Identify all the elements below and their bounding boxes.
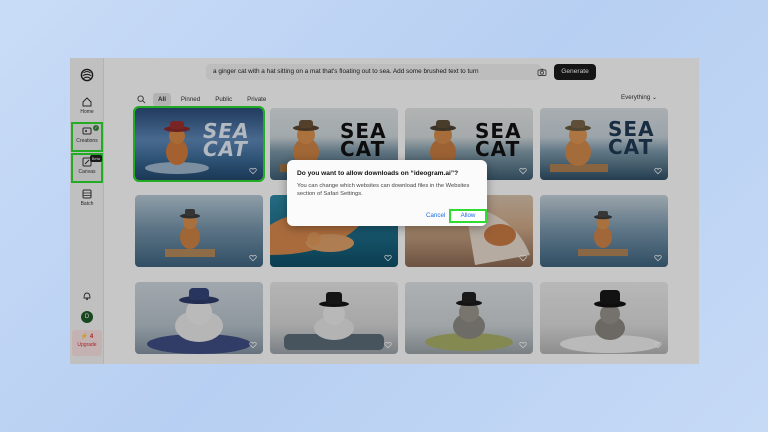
- cancel-button[interactable]: Cancel: [426, 212, 445, 219]
- download-permission-dialog: Do you want to allow downloads on “ideog…: [287, 160, 487, 226]
- dialog-message: You can change which websites can downlo…: [297, 183, 470, 198]
- app-window: Home ✓ Creations Beta Canvas Batch D ⚡ 4…: [70, 58, 699, 364]
- allow-button[interactable]: Allow: [449, 209, 487, 223]
- dialog-title: Do you want to allow downloads on “ideog…: [297, 170, 459, 177]
